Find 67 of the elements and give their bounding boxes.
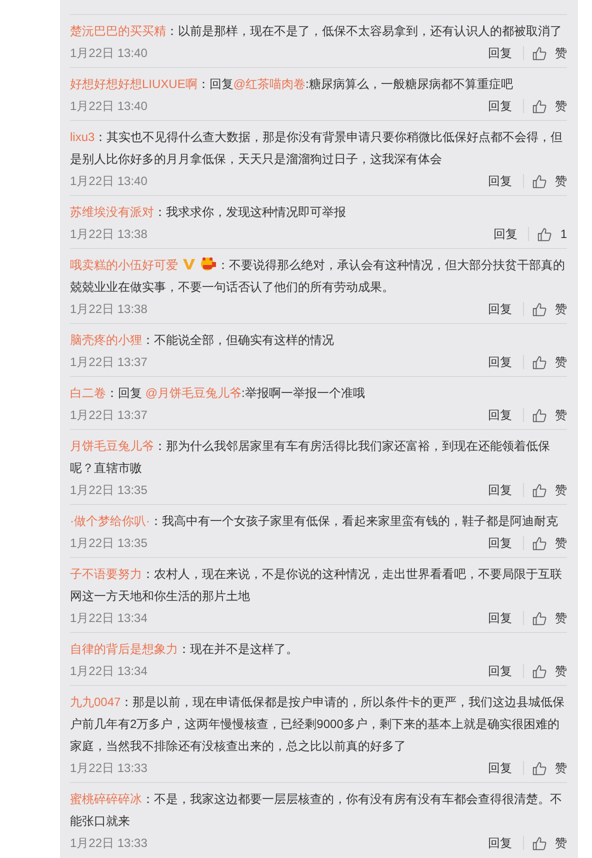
like-button[interactable]: 赞: [555, 479, 567, 501]
comment-text: 月饼毛豆兔儿爷：那为什么我邻居家里有车有房活得比我们家还富裕，到现在还能领着低保呢？直辖市嗷: [70, 438, 551, 477]
like-button[interactable]: 赞: [555, 757, 567, 779]
comment-time: 1月22日 13:33: [70, 835, 148, 852]
comment-text: 苏维埃没有派对：我求求你，发现这种情况即可举报: [70, 204, 347, 221]
thumbs-up-icon[interactable]: [532, 408, 547, 422]
like-button[interactable]: 赞: [555, 298, 567, 320]
reply-button[interactable]: 回复: [488, 532, 512, 554]
like-button[interactable]: 赞: [555, 351, 567, 373]
comment-time: 1月22日 13:35: [70, 535, 148, 552]
reply-button[interactable]: 回复: [488, 757, 512, 779]
reply-button[interactable]: 回复: [488, 351, 512, 373]
comment-text: 哦卖糕的小伍好可爱 ：不要说得那么绝对，承认会有这种情况，但大部分扶贫干部真的兢兢业业在做实事，不要一句话否认了他们的所有劳动成果。: [70, 255, 566, 296]
comment-text: 白二卷：回复 @月饼毛豆兔儿爷:举报啊一举报一个准哦: [70, 385, 366, 402]
comment-text: lixu3：其实也不见得什么查大数据，那是你没有背景申请只要你稍微比低保好点都不会得，但是别人比你好多的月月拿低保，天天只是溜溜狗过日子，这我深有体会: [70, 129, 564, 168]
comment-text: 子不语要努力：农村人，现在来说，不是你说的这种情况，走出世界看看吧，不要局限于互联网这一方天地和你生活的那片土地: [70, 566, 563, 605]
like-button[interactable]: 1: [560, 223, 567, 245]
thumbs-up-icon[interactable]: [532, 46, 547, 60]
comment-time: 1月22日 13:38: [70, 301, 148, 318]
like-button[interactable]: 赞: [555, 170, 567, 192]
like-button[interactable]: 赞: [555, 95, 567, 117]
thumbs-up-icon[interactable]: [532, 760, 547, 776]
reply-button[interactable]: 回复: [488, 170, 512, 192]
thumbs-up-icon[interactable]: [532, 482, 547, 498]
reply-button[interactable]: 回复: [488, 404, 512, 426]
reply-button[interactable]: 回复: [488, 607, 512, 629]
comment-text: 脑壳疼的小狸：不能说全部，但确实有这样的情况: [70, 332, 335, 349]
reply-button[interactable]: 回复: [488, 660, 512, 682]
reply-button[interactable]: 回复: [488, 832, 512, 854]
comment-time: 1月22日 13:40: [70, 173, 148, 190]
thumbs-up-icon[interactable]: [532, 174, 547, 188]
like-button[interactable]: 赞: [555, 532, 567, 554]
comment-time: 1月22日 13:40: [70, 98, 148, 115]
thumbs-up-icon[interactable]: [537, 226, 552, 242]
reply-button[interactable]: 回复: [488, 479, 512, 501]
thumbs-up-icon[interactable]: [532, 536, 547, 550]
thumbs-up-icon[interactable]: [532, 664, 547, 678]
like-button[interactable]: 赞: [555, 42, 567, 64]
thumbs-up-icon[interactable]: [532, 98, 547, 114]
thumbs-up-icon[interactable]: [532, 302, 547, 316]
reply-button[interactable]: 回复: [488, 95, 512, 117]
reply-button[interactable]: 回复: [488, 42, 512, 64]
comment-time: 1月22日 13:40: [70, 45, 148, 62]
comment-text: ·做个梦给你叭·：我高中有一个女孩子家里有低保，看起来家里蛮有钱的，鞋子都是阿迪耐克: [70, 513, 559, 530]
member-badge-icon: [200, 256, 217, 271]
reply-button[interactable]: 回复: [493, 223, 518, 245]
thumbs-up-icon[interactable]: [532, 610, 547, 626]
comment-text: 自律的背后是想象力：现在并不是这样了。: [70, 641, 299, 658]
comment-text: 蜜桃碎碎碎冰：不是，我家这边都要一层层核查的，你有没有房有没有车都会查得很清楚。不能张口就来: [70, 791, 563, 830]
comment-time: 1月22日 13:38: [70, 226, 148, 243]
comment-time: 1月22日 13:35: [70, 482, 148, 499]
comment-text: 楚沅巴巴的买买精：以前是那样，现在不是了，低保不太容易拿到，还有认识人的都被取消了: [70, 23, 563, 40]
reply-button[interactable]: 回复: [488, 298, 512, 320]
comment-time: 1月22日 13:37: [70, 407, 148, 424]
comment-time: 1月22日 13:33: [70, 760, 148, 777]
comment-time: 1月22日 13:34: [70, 663, 148, 680]
verified-icon: [182, 257, 196, 271]
comment-time: 1月22日 13:34: [70, 610, 148, 627]
thumbs-up-icon[interactable]: [532, 354, 547, 370]
like-button[interactable]: 赞: [555, 404, 567, 426]
comment-text: 好想好想好想LIUXUE啊：回复@红茶喵肉卷:糖尿病算么，一般糖尿病都不算重症吧: [70, 76, 514, 93]
thumbs-up-icon[interactable]: [532, 836, 547, 850]
comment-time: 1月22日 13:37: [70, 354, 148, 371]
like-button[interactable]: 赞: [555, 607, 567, 629]
like-button[interactable]: 赞: [555, 832, 567, 854]
like-button[interactable]: 赞: [555, 660, 567, 682]
comment-text: 九九0047：那是以前，现在申请低保都是按户申请的，所以条件卡的更严，我们这边县城低保户前几年有2万多户，这两年慢慢核查，已经剩9000多户，剩下来的基本上就是确实很困难的家庭，当然我不排除还有没核查出来的，总之比以前真的好多了: [70, 694, 566, 755]
